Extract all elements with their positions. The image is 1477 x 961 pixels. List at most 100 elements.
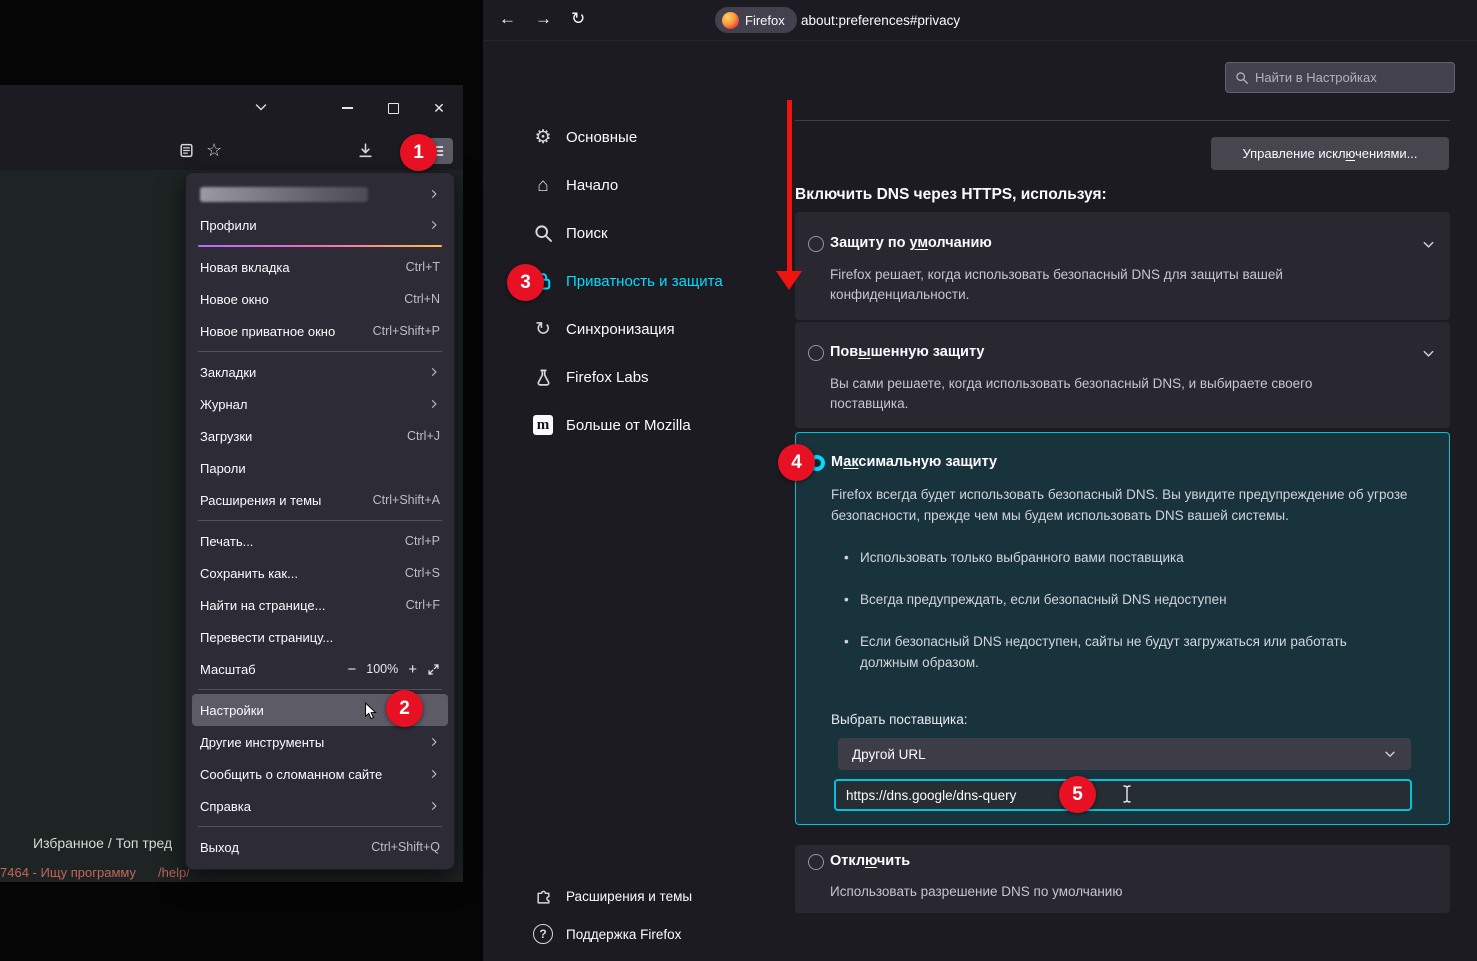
radio-default-protection[interactable] (808, 236, 824, 252)
firefox-logo-icon (722, 11, 739, 29)
back-icon[interactable]: ← (499, 10, 516, 27)
help-link[interactable]: /help/ (158, 865, 190, 880)
sidebar-item-general[interactable]: ⚙ Основные (532, 117, 782, 157)
dns-option-off-card[interactable]: Отключить Использовать разрешение DNS по… (795, 845, 1450, 913)
menu-item-new-private-window[interactable]: Новое приватное окно Ctrl+Shift+P (186, 315, 454, 347)
sidebar-item-home[interactable]: ⌂ Начало (532, 165, 782, 205)
maximize-button[interactable] (379, 97, 407, 119)
sidebar-item-privacy[interactable]: Приватность и защита (532, 261, 782, 301)
menu-divider (198, 520, 442, 521)
step-badge-4: 4 (778, 444, 815, 481)
zoom-out-button[interactable]: − (347, 662, 356, 677)
provider-select[interactable]: Другой URL (838, 738, 1411, 770)
mozilla-icon: m (532, 415, 554, 435)
menu-item-profiles[interactable]: Профили (186, 209, 454, 241)
fullscreen-icon[interactable] (427, 663, 440, 676)
sync-icon: ↻ (535, 318, 551, 340)
submenu-chevron-icon (428, 366, 440, 378)
menu-item-more-tools[interactable]: Другие инструменты (186, 726, 454, 758)
chevron-down-icon[interactable] (1421, 346, 1436, 361)
menu-item-new-tab[interactable]: Новая вкладка Ctrl+T (186, 251, 454, 283)
menu-item-find-in-page[interactable]: Найти на странице... Ctrl+F (186, 589, 454, 621)
zoom-in-button[interactable]: + (408, 662, 417, 677)
sidebar-item-sync[interactable]: ↻ Синхронизация (532, 309, 782, 349)
minimize-button[interactable] (333, 97, 361, 119)
settings-window: ← → ↻ Firefox about:preferences#privacy … (483, 0, 1477, 961)
dns-option-default-card[interactable]: Защиту по умолчанию Firefox решает, когд… (795, 212, 1450, 320)
chevron-down-icon[interactable] (1421, 237, 1436, 252)
puzzle-icon (532, 888, 554, 905)
step-badge-1: 1 (400, 134, 437, 171)
dns-option-max-card[interactable]: Максимальную защиту Firefox всегда будет… (795, 432, 1450, 825)
thread-link[interactable]: 7464 - Ищу программу (0, 865, 136, 880)
submenu-chevron-icon (428, 768, 440, 780)
bookmark-star-icon[interactable]: ☆ (206, 140, 222, 161)
chevron-down-icon (1383, 747, 1397, 761)
submenu-chevron-icon (428, 800, 440, 812)
left-window-toolbar: ☆ (0, 132, 463, 171)
manage-exceptions-label: Управление исключениями... (1242, 146, 1418, 161)
submenu-chevron-icon (428, 736, 440, 748)
app-menu-popup: Профили Новая вкладка Ctrl+T Новое окно … (185, 172, 455, 870)
bullet-item: • Если безопасный DNS недоступен, сайты н… (844, 634, 1347, 670)
menu-item-save-as[interactable]: Сохранить как... Ctrl+S (186, 557, 454, 589)
sidebar-item-firefox-labs[interactable]: Firefox Labs (532, 357, 782, 397)
refresh-icon[interactable]: ↻ (571, 10, 585, 27)
provider-label: Выбрать поставщика: (831, 712, 968, 727)
dns-option-increased-card[interactable]: Повышенную защиту Вы сами решаете, когда… (795, 322, 1450, 428)
search-icon (532, 224, 554, 243)
settings-search-input[interactable] (1249, 70, 1454, 85)
zoom-level[interactable]: 100% (366, 662, 398, 676)
menu-item-quit[interactable]: Выход Ctrl+Shift+Q (186, 831, 454, 863)
submenu-chevron-icon (428, 398, 440, 410)
menu-item-report-broken-site[interactable]: Сообщить о сломанном сайте (186, 758, 454, 790)
radio-off[interactable] (808, 854, 824, 870)
maximize-icon (387, 102, 399, 114)
screen: ✕ ☆ Избранное / Топ тред 7464 - Ищу прог… (0, 0, 1477, 961)
menu-item-passwords[interactable]: Пароли (186, 452, 454, 484)
menu-item-account-redacted[interactable] (186, 179, 454, 209)
option-default-description: Firefox решает, когда использовать безоп… (830, 267, 1283, 302)
url-text[interactable]: about:preferences#privacy (801, 13, 960, 28)
close-button[interactable]: ✕ (425, 97, 453, 119)
dns-over-https-heading: Включить DNS через HTTPS, используя: (795, 186, 1107, 203)
menu-item-translate-page[interactable]: Перевести страницу... (186, 621, 454, 653)
menu-item-help[interactable]: Справка (186, 790, 454, 822)
text-cursor-icon (1121, 784, 1133, 809)
site-identity-label: Firefox (745, 12, 785, 28)
section-divider (795, 120, 1450, 121)
provider-selected-value: Другой URL (852, 746, 926, 762)
bullet-item: • Всегда предупреждать, если безопасный D… (844, 592, 1227, 607)
breadcrumb[interactable]: Избранное / Топ тред (33, 835, 172, 851)
sidebar-item-search[interactable]: Поиск (532, 213, 782, 253)
red-arrow-head (776, 271, 802, 290)
sidebar-item-extensions-themes[interactable]: Расширения и темы (532, 879, 782, 913)
settings-search[interactable] (1225, 62, 1455, 93)
menu-item-zoom: Масштаб − 100% + (186, 653, 454, 685)
forward-icon[interactable]: → (535, 10, 552, 27)
step-badge-2: 2 (386, 690, 423, 727)
menu-item-bookmarks[interactable]: Закладки (186, 356, 454, 388)
menu-item-downloads[interactable]: Загрузки Ctrl+J (186, 420, 454, 452)
menu-item-history[interactable]: Журнал (186, 388, 454, 420)
radio-increased-protection[interactable] (808, 345, 824, 361)
manage-exceptions-button[interactable]: Управление исключениями... (1211, 137, 1449, 170)
tabs-chevron-icon[interactable] (253, 99, 269, 115)
menu-item-extensions[interactable]: Расширения и темы Ctrl+Shift+A (186, 484, 454, 516)
minimize-icon (341, 107, 353, 109)
menu-item-print[interactable]: Печать... Ctrl+P (186, 525, 454, 557)
sidebar-item-firefox-support[interactable]: ? Поддержка Firefox (532, 917, 782, 951)
bullet-item: • Использовать только выбранного вами пос… (844, 550, 1184, 565)
navigation-bar: ← → ↻ Firefox about:preferences#privacy (483, 0, 1477, 41)
home-icon: ⌂ (537, 174, 549, 196)
site-identity-pill[interactable]: Firefox (715, 7, 797, 33)
reader-view-icon[interactable] (178, 142, 195, 159)
option-increased-title: Повышенную защиту (830, 344, 985, 360)
downloads-icon[interactable] (357, 142, 374, 159)
option-off-description: Использовать разрешение DNS по умолчанию (830, 884, 1123, 899)
option-default-title: Защиту по умолчанию (830, 235, 992, 251)
submenu-chevron-icon (428, 219, 440, 231)
menu-item-new-window[interactable]: Новое окно Ctrl+N (186, 283, 454, 315)
question-icon: ? (532, 924, 554, 944)
sidebar-item-more-mozilla[interactable]: m Больше от Mozilla (532, 405, 782, 445)
